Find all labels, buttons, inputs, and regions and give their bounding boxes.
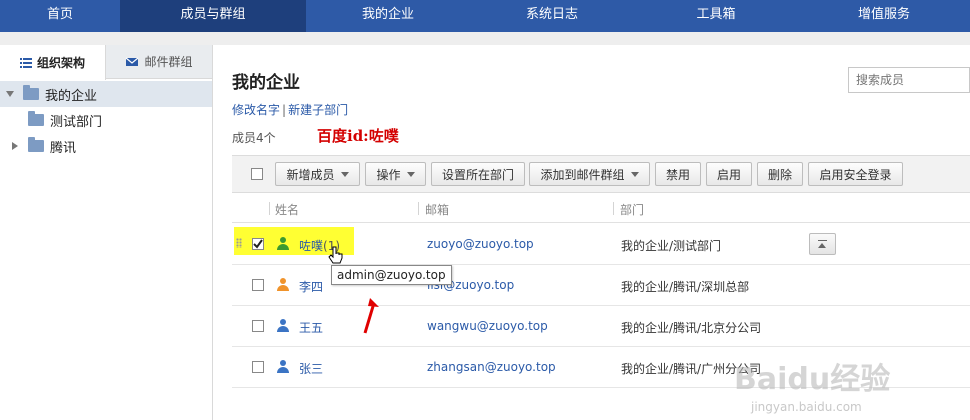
user-icon — [277, 237, 289, 250]
row-checkbox[interactable] — [252, 279, 264, 291]
annotation-text: 百度id:咗噗 — [317, 127, 399, 145]
member-dept: 我的企业/测试部门 — [621, 239, 722, 253]
user-icon — [277, 319, 289, 332]
top-nav: 首页 成员与群组 我的企业 系统日志 工具箱 增值服务 — [0, 0, 970, 32]
action-links: 修改名字 | 新建子部门 — [232, 101, 348, 118]
dropdown-icon — [406, 171, 415, 177]
set-dept-button[interactable]: 设置所在部门 — [431, 162, 525, 186]
caret-down-icon[interactable] — [5, 89, 15, 99]
sidebar: 组织架构 邮件群组 我的企业 测试部门 腾讯 — [0, 45, 213, 420]
dropdown-icon — [630, 171, 639, 177]
member-count: 成员4个 — [232, 131, 276, 145]
add-to-group-label: 添加到邮件群组 — [540, 167, 625, 182]
delete-button[interactable]: 删除 — [757, 162, 803, 186]
caret-right-icon[interactable] — [10, 141, 20, 151]
row-checkbox[interactable] — [252, 238, 264, 250]
tree-item-test-dept[interactable]: 测试部门 — [0, 107, 212, 133]
tree-item-my-enterprise[interactable]: 我的企业 — [0, 81, 212, 107]
search-input[interactable] — [848, 67, 970, 93]
column-divider — [418, 202, 419, 215]
user-icon — [277, 360, 289, 373]
member-name[interactable]: 张三 — [299, 360, 323, 377]
nav-value-added[interactable]: 增值服务 — [798, 0, 970, 32]
list-icon — [19, 57, 32, 68]
tab-org-structure-label: 组织架构 — [36, 56, 85, 70]
operate-label: 操作 — [376, 167, 401, 182]
nav-my-enterprise[interactable]: 我的企业 — [306, 0, 470, 32]
member-email[interactable]: zuoyo@zuoyo.top — [427, 237, 534, 251]
arrow-icon — [363, 298, 379, 334]
tree-item-tencent[interactable]: 腾讯 — [0, 133, 212, 159]
tab-org-structure[interactable]: 组织架构 — [0, 45, 106, 80]
toolbar: 新增成员 操作 设置所在部门 添加到邮件群组 禁用 启用 删除 启用安全登录 — [232, 155, 970, 193]
move-top-icon[interactable] — [809, 233, 836, 255]
page-title: 我的企业 — [232, 73, 300, 93]
table-row[interactable]: 王五 wangwu@zuoyo.top 我的企业/腾讯/北京分公司 — [232, 306, 970, 347]
add-member-label: 新增成员 — [286, 167, 335, 182]
header-dept: 部门 — [620, 203, 645, 217]
header-email: 邮箱 — [425, 203, 450, 217]
member-name[interactable]: 王五 — [299, 319, 323, 336]
folder-icon — [28, 137, 44, 152]
nav-divider-strip — [0, 32, 970, 45]
user-icon — [277, 278, 289, 291]
new-subdept-link[interactable]: 新建子部门 — [288, 103, 348, 117]
enable-button[interactable]: 启用 — [706, 162, 752, 186]
sidebar-tabs: 组织架构 邮件群组 — [0, 45, 212, 80]
rename-link[interactable]: 修改名字 — [232, 103, 280, 117]
tab-mail-groups-label: 邮件群组 — [144, 55, 193, 69]
table-header: 姓名 邮箱 部门 — [232, 193, 970, 223]
folder-icon — [28, 111, 44, 126]
check-icon — [253, 239, 263, 249]
header-name: 姓名 — [275, 203, 300, 217]
column-divider — [613, 202, 614, 215]
tree-item-label: 测试部门 — [50, 114, 103, 130]
row-checkbox[interactable] — [252, 320, 264, 332]
email-tooltip: admin@zuoyo.top — [331, 265, 452, 285]
nav-home[interactable]: 首页 — [0, 0, 120, 32]
nav-system-log[interactable]: 系统日志 — [470, 0, 634, 32]
column-divider — [269, 202, 270, 215]
add-member-button[interactable]: 新增成员 — [275, 162, 360, 186]
folder-icon — [23, 85, 39, 100]
member-name[interactable]: 李四 — [299, 278, 323, 295]
tree-item-label: 我的企业 — [45, 88, 98, 104]
operate-button[interactable]: 操作 — [365, 162, 426, 186]
nav-toolbox[interactable]: 工具箱 — [634, 0, 798, 32]
member-dept: 我的企业/腾讯/深圳总部 — [621, 280, 750, 294]
add-to-group-button[interactable]: 添加到邮件群组 — [529, 162, 650, 186]
main-content: 我的企业 修改名字|新建子部门 成员4个 百度id:咗噗 新增成员 操作 设置所… — [214, 45, 970, 420]
tab-mail-groups[interactable]: 邮件群组 — [106, 45, 212, 78]
baidu-watermark: Baidu经验 — [734, 362, 891, 397]
link-separator: | — [282, 103, 287, 117]
cursor-icon — [328, 246, 343, 264]
row-checkbox[interactable] — [252, 361, 264, 373]
secure-login-button[interactable]: 启用安全登录 — [808, 162, 903, 186]
tree-item-label: 腾讯 — [50, 140, 77, 156]
nav-members-groups[interactable]: 成员与群组 — [120, 0, 306, 32]
select-all-checkbox[interactable] — [251, 168, 263, 180]
member-email[interactable]: wangwu@zuoyo.top — [427, 319, 548, 333]
member-email[interactable]: zhangsan@zuoyo.top — [427, 360, 556, 374]
mail-group-icon — [126, 57, 139, 66]
member-dept: 我的企业/腾讯/北京分公司 — [621, 321, 762, 335]
dropdown-icon — [340, 171, 349, 177]
disable-button[interactable]: 禁用 — [655, 162, 701, 186]
baidu-watermark-url: jingyan.baidu.com — [751, 400, 862, 414]
